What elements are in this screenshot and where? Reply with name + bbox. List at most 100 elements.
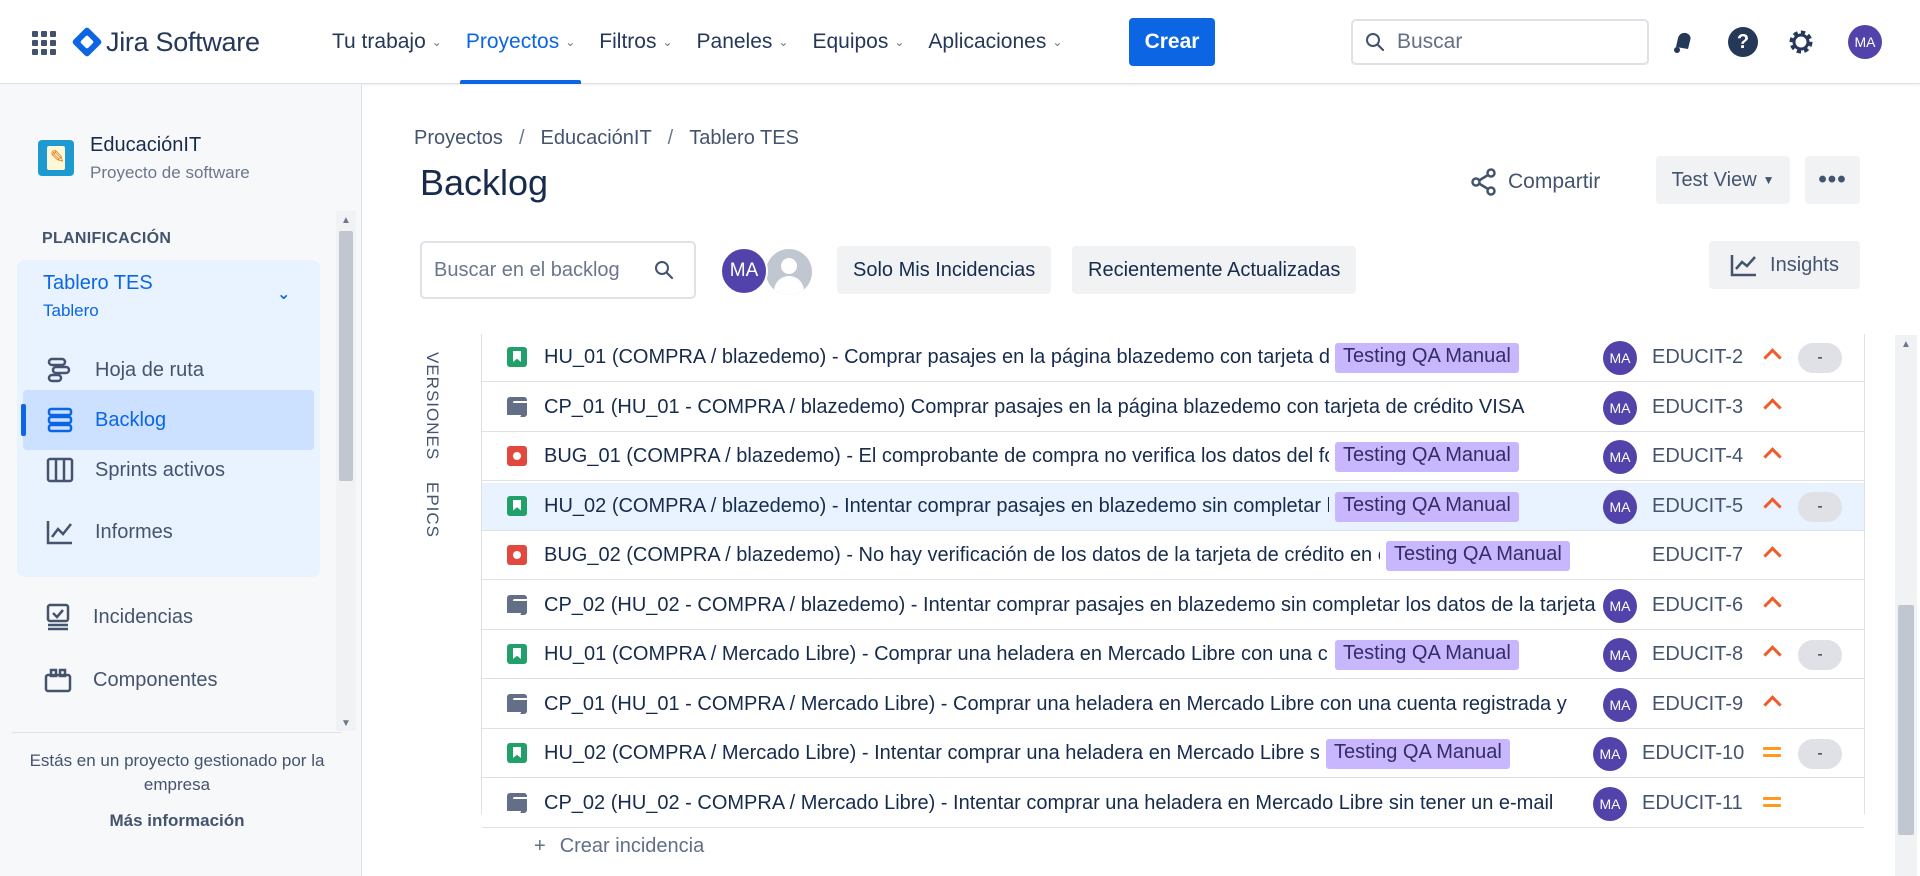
issue-key[interactable]: EDUCIT-7	[1652, 544, 1743, 567]
backlog-scroll-thumb[interactable]	[1898, 605, 1914, 835]
issue-row[interactable]: HU_02 (COMPRA / blazedemo) - Intentar co…	[482, 482, 1864, 531]
issue-row[interactable]: HU_01 (COMPRA / Mercado Libre) - Comprar…	[482, 631, 1864, 679]
issue-summary[interactable]: HU_01 (COMPRA / blazedemo) - Comprar pas…	[544, 346, 1329, 369]
breadcrumb-projects[interactable]: Proyectos	[414, 127, 503, 150]
epic-lozenge[interactable]: Testing QA Manual	[1335, 442, 1519, 472]
breadcrumb-project[interactable]: EducaciónIT	[541, 127, 652, 150]
issue-row[interactable]: CP_01 (HU_01 - COMPRA / blazedemo) Compr…	[482, 383, 1864, 432]
assignee-avatar[interactable]: MA	[1593, 737, 1627, 771]
assignee-avatar[interactable]: MA	[1593, 786, 1627, 821]
issue-summary[interactable]: CP_02 (HU_02 - COMPRA / Mercado Libre) -…	[544, 792, 1587, 815]
backlog-search-input[interactable]	[434, 258, 654, 282]
nav-item-proyectos[interactable]: Proyectos ⌄	[454, 0, 587, 84]
unassigned-filter-avatar-icon[interactable]	[764, 247, 814, 297]
issue-key[interactable]: EDUCIT-10	[1642, 742, 1744, 765]
issue-summary[interactable]: HU_02 (COMPRA / Mercado Libre) - Intenta…	[544, 742, 1320, 765]
sidebar-scrollbar[interactable]: ▲ ▼	[336, 211, 356, 731]
issue-row[interactable]: HU_02 (COMPRA / Mercado Libre) - Intenta…	[482, 730, 1864, 778]
epic-lozenge[interactable]: Testing QA Manual	[1335, 491, 1519, 522]
story-issue-type-icon	[507, 743, 527, 763]
issue-row[interactable]: BUG_02 (COMPRA / blazedemo) - No hay ver…	[482, 532, 1864, 580]
project-header[interactable]: EducaciónIT Proyecto de software	[38, 134, 250, 183]
issue-row[interactable]: CP_02 (HU_02 - COMPRA / blazedemo) - Int…	[482, 581, 1864, 630]
issue-row[interactable]: BUG_01 (COMPRA / blazedemo) - El comprob…	[482, 433, 1864, 481]
caret-down-icon: ▼	[1762, 173, 1775, 187]
assignee-avatar[interactable]: MA	[1603, 341, 1637, 375]
epic-lozenge[interactable]: Testing QA Manual	[1335, 640, 1519, 670]
sidebar-item-components[interactable]: Componentes	[23, 655, 323, 705]
scroll-up-arrow-icon[interactable]: ▲	[1901, 339, 1911, 350]
filter-only-my-issues[interactable]: Solo Mis Incidencias	[837, 246, 1052, 294]
issue-row[interactable]: HU_01 (COMPRA / blazedemo) - Comprar pas…	[482, 334, 1864, 382]
issue-summary[interactable]: HU_02 (COMPRA / blazedemo) - Intentar co…	[544, 495, 1329, 518]
assignee-avatar[interactable]: MA	[1603, 687, 1637, 722]
story-issue-type-icon	[507, 644, 527, 664]
search-icon	[655, 261, 674, 280]
backlog-search[interactable]	[420, 241, 696, 299]
sidebar-item-active-sprints[interactable]: Sprints activos	[23, 440, 314, 500]
assignee-avatar[interactable]: MA	[1603, 440, 1637, 474]
issue-summary[interactable]: CP_02 (HU_02 - COMPRA / blazedemo) - Int…	[544, 594, 1597, 617]
sidebar-item-reports[interactable]: Informes	[23, 502, 314, 562]
breadcrumb-board[interactable]: Tablero TES	[689, 127, 799, 150]
nav-item-paneles[interactable]: Paneles ⌄	[685, 0, 801, 84]
story-points-badge[interactable]: -	[1798, 640, 1842, 670]
chevron-down-icon[interactable]: ⌄	[277, 284, 290, 304]
assignee-avatar[interactable]: MA	[1603, 489, 1637, 524]
app-switcher-icon[interactable]	[32, 31, 56, 55]
issue-summary[interactable]: BUG_02 (COMPRA / blazedemo) - No hay ver…	[544, 544, 1380, 567]
global-search-input[interactable]	[1397, 30, 1627, 54]
assignee-avatar[interactable]: MA	[1603, 390, 1637, 425]
issue-summary[interactable]: BUG_01 (COMPRA / blazedemo) - El comprob…	[544, 445, 1329, 468]
nav-item-equipos[interactable]: Equipos ⌄	[800, 0, 916, 84]
issue-key[interactable]: EDUCIT-9	[1652, 693, 1743, 716]
nav-item-tu-trabajo[interactable]: Tu trabajo ⌄	[320, 0, 454, 84]
sidebar-scroll-thumb[interactable]	[339, 231, 353, 481]
view-selector[interactable]: Test View ▼	[1656, 156, 1790, 204]
global-search[interactable]	[1351, 19, 1649, 65]
issue-key[interactable]: EDUCIT-11	[1642, 792, 1743, 815]
issue-key[interactable]: EDUCIT-5	[1652, 495, 1743, 518]
create-button[interactable]: Crear	[1129, 18, 1215, 66]
story-points-badge[interactable]: -	[1798, 739, 1842, 769]
epic-lozenge[interactable]: Testing QA Manual	[1386, 541, 1570, 571]
issue-key[interactable]: EDUCIT-8	[1652, 643, 1743, 666]
story-points-badge[interactable]: -	[1798, 491, 1842, 522]
insights-button[interactable]: Insights	[1709, 241, 1860, 289]
help-icon[interactable]: ?	[1727, 26, 1759, 58]
board-selector-title[interactable]: Tablero TES	[43, 272, 153, 295]
issue-list: HU_01 (COMPRA / blazedemo) - Comprar pas…	[481, 334, 1865, 828]
assignee-avatar[interactable]: MA	[1603, 588, 1637, 623]
share-button[interactable]: Compartir	[1460, 160, 1610, 204]
user-avatar[interactable]: MA	[1848, 25, 1882, 59]
story-points-badge[interactable]: -	[1798, 343, 1842, 373]
issue-row[interactable]: CP_02 (HU_02 - COMPRA / Mercado Libre) -…	[482, 779, 1864, 828]
create-issue-button[interactable]: + Crear incidencia	[534, 835, 704, 858]
nav-item-filtros[interactable]: Filtros ⌄	[587, 0, 684, 84]
scroll-down-arrow-icon[interactable]: ▼	[341, 718, 351, 729]
issue-key[interactable]: EDUCIT-3	[1652, 396, 1743, 419]
backlog-scrollbar[interactable]: ▲	[1895, 335, 1917, 876]
issue-summary[interactable]: CP_01 (HU_01 - COMPRA / blazedemo) Compr…	[544, 396, 1597, 419]
notifications-icon[interactable]	[1667, 26, 1699, 58]
nav-item-aplicaciones[interactable]: Aplicaciones ⌄	[916, 0, 1074, 84]
assignee-filter-avatar[interactable]: MA	[720, 247, 768, 295]
sidebar-item-issues[interactable]: Incidencias	[23, 592, 323, 642]
more-info-link[interactable]: Más información	[12, 811, 342, 831]
issue-key[interactable]: EDUCIT-2	[1652, 346, 1743, 369]
scroll-up-arrow-icon[interactable]: ▲	[341, 215, 351, 226]
epic-lozenge[interactable]: Testing QA Manual	[1335, 343, 1519, 373]
tab-epics[interactable]: EPICS	[422, 482, 442, 538]
tab-versions[interactable]: VERSIONES	[422, 352, 442, 460]
issue-summary[interactable]: HU_01 (COMPRA / Mercado Libre) - Comprar…	[544, 643, 1329, 666]
issue-summary[interactable]: CP_01 (HU_01 - COMPRA / Mercado Libre) -…	[544, 693, 1597, 716]
issue-key[interactable]: EDUCIT-4	[1652, 445, 1743, 468]
issue-row[interactable]: CP_01 (HU_01 - COMPRA / Mercado Libre) -…	[482, 680, 1864, 729]
jira-logo[interactable]: Jira Software	[71, 24, 260, 60]
more-actions-button[interactable]: •••	[1805, 156, 1860, 204]
issue-key[interactable]: EDUCIT-6	[1652, 594, 1743, 617]
filter-recently-updated[interactable]: Recientemente Actualizadas	[1072, 246, 1357, 294]
settings-gear-icon[interactable]	[1785, 26, 1817, 58]
assignee-avatar[interactable]: MA	[1603, 638, 1637, 672]
epic-lozenge[interactable]: Testing QA Manual	[1326, 739, 1510, 769]
